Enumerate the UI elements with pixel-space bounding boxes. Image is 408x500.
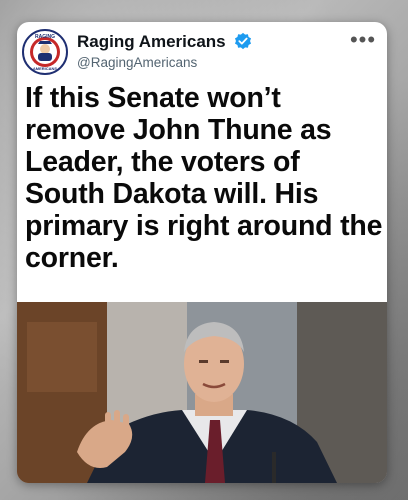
verified-badge-icon bbox=[234, 32, 252, 50]
avatar-text-bottom: AMERICANS bbox=[33, 66, 58, 71]
avatar-text-top: RAGING bbox=[35, 34, 55, 40]
photo-man-gesturing bbox=[17, 302, 387, 483]
tweet-photo[interactable] bbox=[17, 302, 387, 483]
tweet-card[interactable]: RAGING AMERICANS Raging Americans @Ragin… bbox=[17, 22, 387, 483]
tweet-text: If this Senate won’t remove John Thune a… bbox=[25, 82, 383, 274]
more-horizontal-icon[interactable]: ••• bbox=[349, 29, 377, 51]
avatar-logo-icon: RAGING AMERICANS bbox=[25, 32, 65, 72]
tweet-header: RAGING AMERICANS Raging Americans @Ragin… bbox=[17, 22, 387, 84]
display-name[interactable]: Raging Americans bbox=[77, 32, 226, 52]
profile-avatar[interactable]: RAGING AMERICANS bbox=[22, 29, 68, 75]
account-handle[interactable]: @RagingAmericans bbox=[77, 55, 197, 70]
